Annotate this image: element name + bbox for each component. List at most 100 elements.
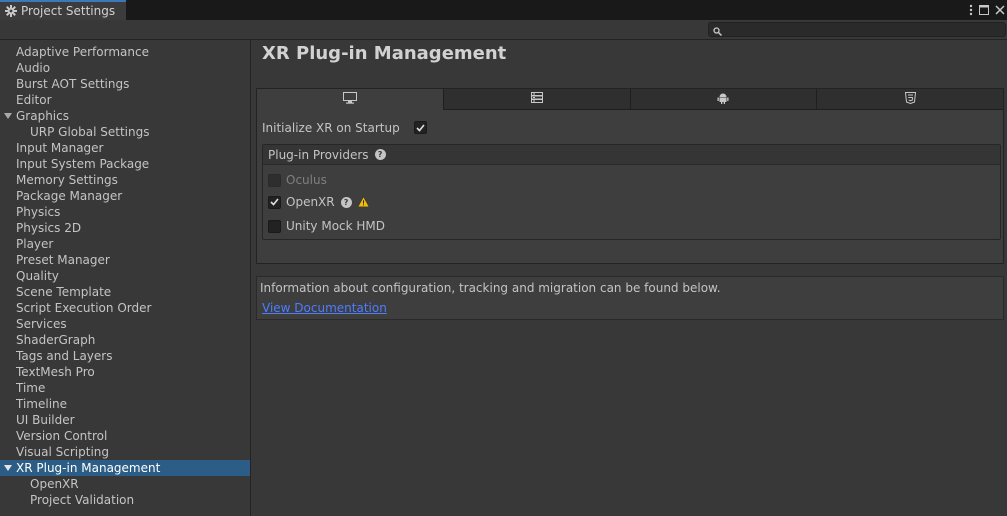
initialize-xr-label: Initialize XR on Startup — [262, 121, 400, 135]
sidebar-item-label: Input Manager — [16, 141, 104, 155]
initialize-xr-checkbox[interactable] — [414, 121, 427, 134]
search-icon — [713, 25, 723, 39]
sidebar-item-label: Scene Template — [16, 285, 112, 299]
tab-webgl[interactable] — [817, 89, 1003, 110]
sidebar-item-urp-global-settings[interactable]: URP Global Settings — [0, 124, 250, 140]
html5-icon — [904, 91, 916, 107]
sidebar-item-label: Tags and Layers — [16, 349, 113, 363]
info-box: Information about configuration, trackin… — [256, 276, 1004, 320]
sidebar-item-textmesh-pro[interactable]: TextMesh Pro — [0, 364, 250, 380]
provider-openxr: OpenXR ? — [268, 194, 369, 210]
sidebar-item-physics-2d[interactable]: Physics 2D — [0, 220, 250, 236]
sidebar-item-openxr[interactable]: OpenXR — [0, 476, 250, 492]
sidebar-item-label: Time — [16, 381, 46, 395]
sidebar-item-input-system-package[interactable]: Input System Package — [0, 156, 250, 172]
sidebar-item-label: OpenXR — [30, 477, 79, 491]
search-input[interactable] — [708, 22, 1006, 37]
sidebar-item-timeline[interactable]: Timeline — [0, 396, 250, 412]
sidebar-item-quality[interactable]: Quality — [0, 268, 250, 284]
sidebar-item-visual-scripting[interactable]: Visual Scripting — [0, 444, 250, 460]
settings-sidebar: Adaptive Performance Audio Burst AOT Setti… — [0, 40, 251, 516]
maximize-icon[interactable] — [979, 5, 989, 15]
sidebar-item-label: Timeline — [16, 397, 68, 411]
sidebar-item-label: Visual Scripting — [16, 445, 109, 459]
sidebar-item-label: UI Builder — [16, 413, 75, 427]
tab-standalone[interactable] — [257, 89, 444, 110]
sidebar-item-audio[interactable]: Audio — [0, 60, 250, 76]
sidebar-item-memory-settings[interactable]: Memory Settings — [0, 172, 250, 188]
sidebar-item-package-manager[interactable]: Package Manager — [0, 188, 250, 204]
provider-openxr-checkbox[interactable] — [268, 195, 281, 209]
sidebar-item-label: URP Global Settings — [30, 125, 150, 139]
provider-openxr-label: OpenXR — [286, 195, 335, 209]
more-vertical-icon[interactable] — [969, 4, 973, 16]
provider-oculus-checkbox — [268, 173, 281, 187]
sidebar-item-adaptive-performance[interactable]: Adaptive Performance — [0, 44, 250, 60]
window-tab-title: Project Settings — [21, 4, 116, 18]
sidebar-item-tags-and-layers[interactable]: Tags and Layers — [0, 348, 250, 364]
help-icon[interactable]: ? — [340, 196, 352, 208]
sidebar-item-services[interactable]: Services — [0, 316, 250, 332]
sidebar-item-label: Adaptive Performance — [16, 45, 149, 59]
sidebar-item-ui-builder[interactable]: UI Builder — [0, 412, 250, 428]
sidebar-item-label: Player — [16, 237, 54, 251]
sidebar-item-label: Audio — [16, 61, 51, 75]
sidebar-item-time[interactable]: Time — [0, 380, 250, 396]
provider-unity-mock-hmd-label: Unity Mock HMD — [286, 219, 386, 233]
info-text: Information about configuration, trackin… — [260, 281, 721, 295]
provider-oculus: Oculus — [268, 172, 327, 188]
sidebar-item-graphics[interactable]: Graphics — [0, 108, 250, 124]
sidebar-item-label: Graphics — [16, 109, 69, 123]
sidebar-item-label: Preset Manager — [16, 253, 110, 267]
sidebar-item-burst-aot-settings[interactable]: Burst AOT Settings — [0, 76, 250, 92]
help-icon[interactable]: ? — [374, 149, 386, 160]
sidebar-item-player[interactable]: Player — [0, 236, 250, 252]
sidebar-item-physics[interactable]: Physics — [0, 204, 250, 220]
sidebar-item-project-validation[interactable]: Project Validation — [0, 492, 250, 508]
page-title: XR Plug-in Management — [262, 43, 507, 64]
checkmark-icon — [416, 123, 425, 132]
sidebar-item-label: Package Manager — [16, 189, 123, 203]
sidebar-item-editor[interactable]: Editor — [0, 92, 250, 108]
expand-arrow-icon[interactable] — [4, 113, 12, 119]
sidebar-item-label: Quality — [16, 269, 59, 283]
close-icon[interactable] — [995, 5, 1005, 15]
desktop-icon — [342, 92, 357, 107]
platform-tabs — [257, 89, 1003, 110]
sidebar-item-shadergraph[interactable]: ShaderGraph — [0, 332, 250, 348]
sidebar-item-label: Physics 2D — [16, 221, 82, 235]
plugin-providers-header: Plug-in Providers ? — [263, 145, 1000, 165]
sidebar-item-version-control[interactable]: Version Control — [0, 428, 250, 444]
view-documentation-link[interactable]: View Documentation — [262, 301, 387, 315]
server-icon — [530, 92, 543, 106]
provider-unity-mock-hmd: Unity Mock HMD — [268, 218, 385, 234]
sidebar-item-preset-manager[interactable]: Preset Manager — [0, 252, 250, 268]
sidebar-item-label: Burst AOT Settings — [16, 77, 130, 91]
sidebar-item-label: Services — [16, 317, 67, 331]
sidebar-item-scene-template[interactable]: Scene Template — [0, 284, 250, 300]
initialize-xr-row: Initialize XR on Startup — [262, 120, 427, 136]
sidebar-item-label: ShaderGraph — [16, 333, 96, 347]
window-titlebar: Project Settings — [0, 0, 1007, 20]
sidebar-item-input-manager[interactable]: Input Manager — [0, 140, 250, 156]
sidebar-item-script-execution-order[interactable]: Script Execution Order — [0, 300, 250, 316]
sidebar-item-label: Version Control — [16, 429, 108, 443]
plugin-providers-box: Plug-in Providers ? Oculus OpenXR ? Unit… — [262, 144, 1001, 240]
tab-dedicated-server[interactable] — [443, 89, 631, 110]
expand-arrow-icon[interactable] — [4, 465, 12, 471]
sidebar-item-xr-plug-in-management[interactable]: XR Plug-in Management — [0, 460, 250, 476]
plugin-providers-title: Plug-in Providers — [268, 147, 369, 162]
sidebar-item-label: Input System Package — [16, 157, 150, 171]
window-tab-project-settings[interactable]: Project Settings — [0, 0, 126, 20]
sidebar-item-label: Script Execution Order — [16, 301, 152, 315]
sidebar-item-label: TextMesh Pro — [16, 365, 95, 379]
search-toolbar — [0, 20, 1007, 40]
provider-unity-mock-hmd-checkbox[interactable] — [268, 219, 281, 233]
sidebar-item-label: XR Plug-in Management — [16, 461, 161, 475]
sidebar-item-label: Memory Settings — [16, 173, 118, 187]
sidebar-item-label: Project Validation — [30, 493, 135, 507]
warning-icon[interactable] — [358, 197, 369, 207]
tab-android[interactable] — [630, 89, 818, 110]
checkmark-icon — [270, 198, 279, 206]
main-content: XR Plug-in Management Initialize XR on S… — [252, 40, 1007, 516]
